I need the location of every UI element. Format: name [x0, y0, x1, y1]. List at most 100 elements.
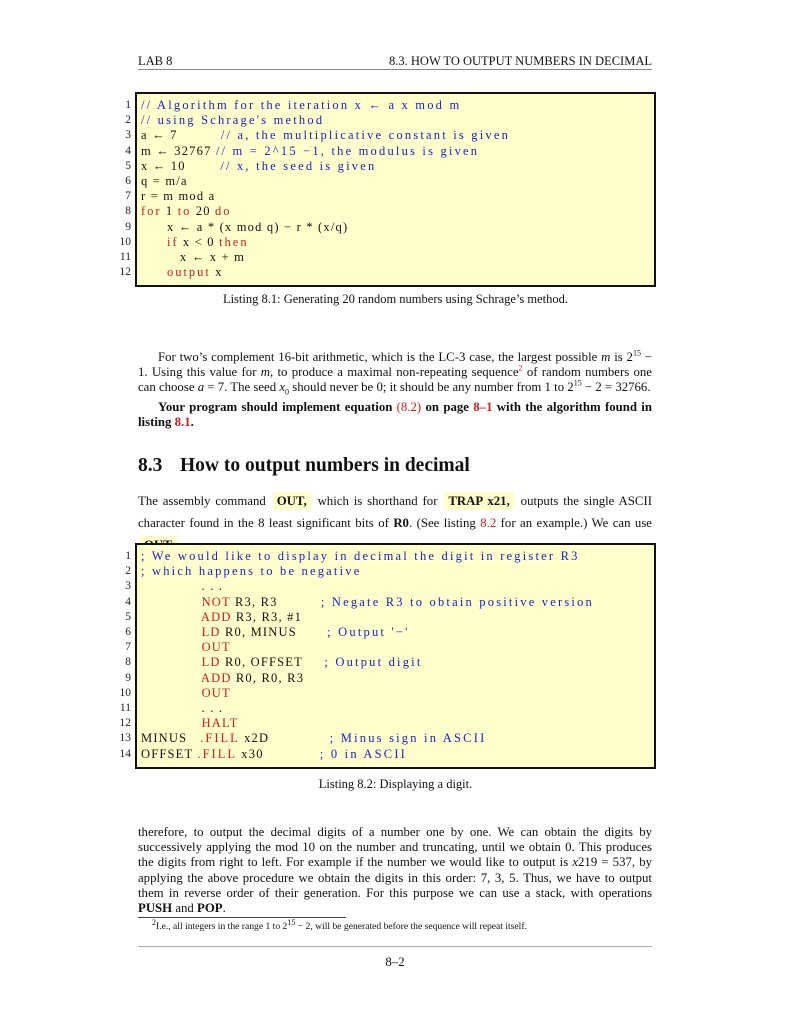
code-comment: ; which happens to be negative [141, 564, 362, 579]
code-keyword: LD [201, 625, 221, 639]
code-line: 5 x ← 10 // x, the seed is given [125, 159, 654, 174]
line-number: 7 [125, 641, 131, 654]
code-token: MINUS [141, 731, 201, 746]
line-number: 9 [125, 220, 131, 233]
listing-caption-8-2: Listing 8.2: Displaying a digit. [318, 777, 473, 791]
code-token: x30 [236, 746, 320, 761]
line-number: 12 [119, 717, 132, 730]
code-keyword: .FILL [200, 731, 240, 746]
exponent: 15 [573, 379, 582, 389]
code-token: r = m mod a [141, 189, 216, 204]
code-text: x ← 10 // x, the seed is given [141, 159, 376, 174]
code-keyword: ADD [200, 609, 232, 624]
code-line: 13 MINUS .FILL x2D ; Minus sign in ASCII [120, 731, 654, 746]
text: − 2, will be generated before the sequen… [295, 921, 527, 932]
code-keyword: for [141, 204, 162, 219]
footnote-rule [138, 917, 346, 918]
listing-caption-8-1: Listing 8.1: Generating 20 random number… [222, 292, 569, 306]
code-text: x ← a * (x mod q) − r * (x/q) [141, 220, 348, 235]
line-number: 4 [125, 144, 131, 157]
code-comment: ; Output digit [324, 655, 423, 670]
code-text: NOT R3, R3 ; Negate R3 to obtain positiv… [141, 595, 594, 610]
code-text: . . . [141, 579, 223, 594]
push-op: PUSH [138, 901, 173, 916]
header-section: 8.3. HOW TO OUTPUT NUMBERS IN DECIMAL [389, 54, 652, 68]
listing-ref-link[interactable]: 8.1 [175, 415, 191, 429]
code-token: 20 [191, 204, 215, 219]
code-line: 2 ; which happens to be negative [125, 564, 654, 579]
text: = 7. The seed [204, 380, 280, 395]
code-keyword: if [166, 234, 179, 249]
text: and [172, 901, 198, 916]
code-text: m ← 32767 // m = 2^15 −1, the modulus is… [141, 144, 479, 159]
code-token: R3, R3, #1 [231, 609, 303, 624]
code-token: x2D [239, 731, 330, 746]
code-text: x ← x + m [141, 250, 245, 265]
code-comment: ; Negate R3 to obtain positive version [320, 594, 594, 609]
code-comment: ; We would like to display in decimal th… [141, 549, 580, 563]
pop-op: POP [197, 901, 223, 916]
math-m: m [601, 350, 611, 364]
line-number: 6 [125, 175, 131, 187]
code-line: 4 m ← 32767 // m = 2^15 −1, the modulus i… [125, 144, 654, 159]
text: I.e., all integers in the range 1 to 2 [156, 921, 288, 932]
code-line: 3 . . . [125, 579, 654, 594]
text: The assembly command [138, 494, 271, 508]
code-comment: ; Minus sign in ASCII [329, 731, 487, 746]
code-line: 7 r = m mod a [125, 189, 654, 204]
code-text: if x < 0 then [141, 235, 249, 250]
code-token: R0, OFFSET [220, 655, 325, 670]
line-number: 14 [119, 747, 132, 760]
footer-rule [138, 946, 652, 947]
code-keyword: do [214, 204, 232, 219]
line-number: 5 [125, 610, 131, 623]
code-line: 6 q = m/a [125, 174, 654, 189]
code-keyword: ADD [200, 670, 232, 685]
paragraph-decimal-digits: therefore, to output the decimal digits … [138, 825, 652, 916]
section-heading: 8.3 How to output numbers in decimal [138, 455, 470, 477]
register-r0: R0 [393, 516, 409, 530]
line-number: 10 [119, 686, 132, 699]
code-text: . . . [141, 701, 223, 716]
code-line: 7 OUT [125, 640, 654, 655]
line-number: 10 [119, 235, 132, 248]
line-number: 11 [119, 251, 131, 263]
line-number: 8 [125, 656, 131, 669]
text: . (See listing [408, 516, 481, 530]
code-keyword: output [166, 265, 211, 280]
code-comment: // Algorithm for the iteration x ← a x m… [141, 98, 462, 112]
paragraph-lc3-arithmetic: For two’s complement 16-bit arithmetic, … [138, 349, 652, 431]
code-text: ; which happens to be negative [141, 564, 361, 579]
code-keyword: OUT [201, 640, 231, 655]
code-line: 6 LD R0, MINUS ; Output '−' [125, 625, 654, 640]
code-line: 11 x ← x + m [120, 250, 654, 265]
line-number: 7 [125, 190, 131, 203]
code-token: . . . [141, 579, 224, 594]
code-token: q = m/a [141, 174, 188, 188]
code-line: 5 ADD R3, R3, #1 [125, 610, 654, 625]
code-keyword: HALT [201, 716, 239, 731]
code-token: x ← a * (x mod q) − r * (x/q) [141, 219, 349, 234]
code-text: a ← 7 // a, the multiplicative constant … [141, 128, 510, 143]
code-keyword: then [219, 234, 249, 249]
code-text: for 1 to 20 do [141, 204, 231, 219]
code-token: 1 [161, 204, 178, 219]
code-text: ; We would like to display in decimal th… [141, 549, 580, 564]
highlight-out: OUT, [272, 492, 311, 510]
listing-ref-link[interactable]: 8.2 [480, 516, 496, 530]
code-token: x [210, 265, 223, 280]
code-text: LD R0, MINUS ; Output '−' [141, 625, 410, 640]
code-text: ADD R3, R3, #1 [141, 610, 302, 625]
code-comment: // a, the multiplicative constant is giv… [220, 128, 511, 143]
code-text: q = m/a [141, 174, 188, 189]
code-keyword: to [177, 204, 192, 219]
equation-ref-link[interactable]: (8.2) [397, 400, 422, 414]
text: . [190, 415, 194, 430]
code-text: output x [141, 265, 223, 280]
page-ref-link[interactable]: 8–1 [473, 400, 492, 414]
code-text: HALT [141, 716, 239, 731]
text: For two’s complement 16-bit arithmetic, … [158, 350, 602, 364]
